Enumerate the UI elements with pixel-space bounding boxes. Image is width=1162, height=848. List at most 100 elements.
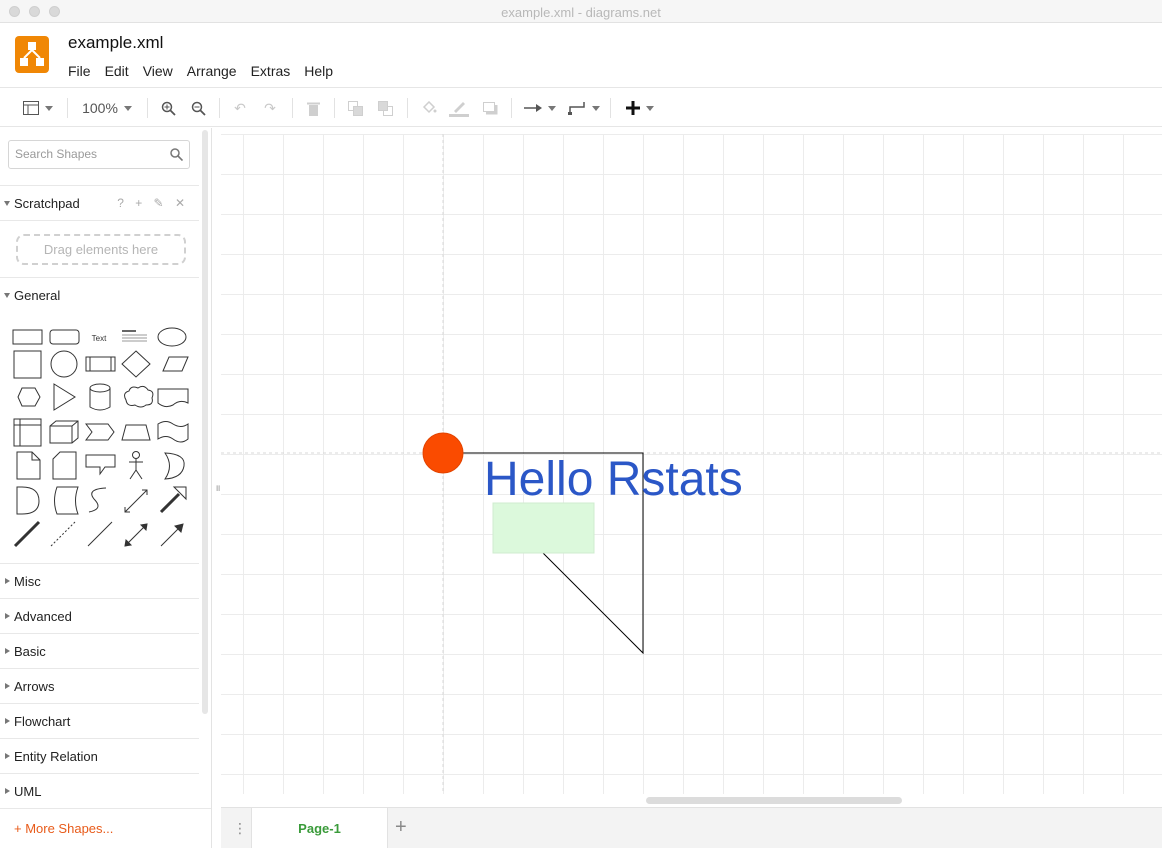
menu-help[interactable]: Help — [304, 63, 333, 79]
shape-cloud[interactable] — [124, 385, 154, 408]
shape-actor[interactable] — [129, 451, 143, 480]
shape-tape[interactable] — [157, 421, 189, 443]
hello-text-label[interactable]: Hello Rstats — [484, 452, 743, 507]
arrows-section[interactable]: Arrows — [0, 668, 199, 704]
view-panels-button[interactable] — [20, 96, 56, 120]
menu-extras[interactable]: Extras — [251, 63, 291, 79]
line-color-button[interactable] — [448, 96, 470, 120]
add-page-button[interactable]: + — [395, 816, 407, 839]
title-bar: example.xml - diagrams.net — [0, 0, 1162, 23]
general-shapes-palette[interactable]: Text — [8, 321, 196, 561]
redo-button[interactable]: ↷ — [260, 96, 280, 120]
layout-icon — [23, 101, 39, 115]
zoom-in-button[interactable] — [158, 96, 178, 120]
arrow-right-icon — [524, 104, 542, 112]
shape-note[interactable] — [16, 451, 41, 480]
shape-curve[interactable] — [88, 487, 107, 513]
zoom-level: 100% — [82, 100, 118, 116]
to-front-button[interactable] — [345, 96, 365, 120]
shape-text[interactable]: Text — [92, 334, 107, 343]
shape-process[interactable] — [85, 356, 116, 372]
shape-hexagon[interactable] — [17, 387, 41, 407]
section-title: Flowchart — [14, 714, 71, 729]
shape-bidirectional-connector[interactable] — [124, 523, 148, 547]
menu-view[interactable]: View — [143, 63, 173, 79]
orange-circle[interactable] — [422, 432, 464, 474]
shape-internal-storage[interactable] — [13, 418, 42, 447]
to-back-button[interactable] — [375, 96, 395, 120]
shape-cylinder[interactable] — [89, 383, 111, 411]
undo-button[interactable]: ↶ — [230, 96, 250, 120]
insert-button[interactable] — [622, 96, 658, 120]
connection-style-button[interactable] — [522, 96, 558, 120]
shapes-sidebar: Scratchpad ? + ✎ ✕ Drag elements here Ge… — [0, 128, 212, 848]
green-rectangle[interactable] — [492, 502, 595, 554]
flowchart-section[interactable]: Flowchart — [0, 703, 199, 739]
shape-rounded-rectangle[interactable] — [49, 329, 80, 345]
shape-dashed-line[interactable] — [50, 521, 76, 547]
shape-card[interactable] — [52, 451, 77, 480]
page-tab-bar: ⋮ Page-1 + — [221, 807, 1162, 848]
shape-arrow[interactable] — [159, 486, 187, 514]
scratchpad-header[interactable]: Scratchpad ? + ✎ ✕ — [0, 186, 199, 221]
shape-callout[interactable] — [85, 454, 116, 476]
general-section: General — [0, 277, 199, 313]
more-shapes-button[interactable]: + More Shapes... — [0, 808, 211, 848]
shape-ellipse[interactable] — [157, 327, 187, 347]
scratchpad-title: Scratchpad — [14, 196, 80, 211]
shape-parallelogram[interactable] — [162, 356, 189, 372]
scratchpad-tools[interactable]: ? + ✎ ✕ — [117, 196, 189, 210]
shape-textbox[interactable] — [122, 330, 147, 342]
shape-diamond[interactable] — [121, 350, 151, 378]
canvas-horizontal-scrollbar[interactable] — [646, 797, 902, 804]
menu-edit[interactable]: Edit — [105, 63, 129, 79]
collapse-chevron-icon — [5, 788, 10, 794]
shape-thin-line[interactable] — [87, 521, 113, 547]
shape-bidirectional-arrow[interactable] — [124, 489, 148, 513]
shape-triangle[interactable] — [53, 383, 76, 411]
shape-rectangle[interactable] — [12, 329, 43, 345]
basic-section[interactable]: Basic — [0, 633, 199, 669]
pages-menu-icon[interactable]: ⋮ — [233, 820, 247, 837]
waypoints-button[interactable] — [566, 96, 602, 120]
menu-arrange[interactable]: Arrange — [187, 63, 237, 79]
shape-line[interactable] — [13, 520, 41, 548]
fill-color-button[interactable] — [418, 96, 440, 120]
misc-section[interactable]: Misc — [0, 563, 199, 599]
shape-delay[interactable] — [16, 486, 40, 515]
general-header[interactable]: General — [0, 278, 199, 313]
shape-data-storage[interactable] — [54, 486, 79, 515]
sidebar-resize-handle[interactable]: ॥ — [215, 481, 220, 494]
zoom-out-icon — [191, 101, 206, 116]
delete-button[interactable] — [303, 96, 323, 120]
shape-square[interactable] — [13, 350, 42, 379]
scratchpad-dropzone[interactable]: Drag elements here — [16, 234, 186, 265]
diagram-canvas[interactable]: Hello Rstats — [221, 134, 1162, 794]
trash-icon — [306, 102, 320, 116]
shadow-button[interactable] — [480, 96, 500, 120]
shape-document[interactable] — [157, 388, 189, 408]
shape-directional-connector[interactable] — [160, 523, 184, 547]
advanced-section[interactable]: Advanced — [0, 598, 199, 634]
zoom-select[interactable]: 100% — [78, 96, 136, 120]
menu-file[interactable]: File — [68, 63, 91, 79]
zoom-out-button[interactable] — [188, 96, 208, 120]
shape-step[interactable] — [85, 423, 115, 441]
sidebar-scrollbar[interactable] — [202, 130, 208, 714]
shape-trapezoid[interactable] — [121, 424, 151, 441]
shape-cube[interactable] — [49, 420, 79, 444]
expand-chevron-icon — [4, 293, 10, 298]
entity-relation-section[interactable]: Entity Relation — [0, 738, 199, 774]
shape-or[interactable] — [164, 452, 185, 480]
search-icon[interactable] — [170, 148, 183, 161]
search-shapes-input[interactable] — [15, 141, 165, 167]
expand-chevron-icon — [4, 201, 10, 206]
section-title: Arrows — [14, 679, 55, 694]
section-title: UML — [14, 784, 42, 799]
uml-section[interactable]: UML — [0, 773, 199, 809]
tab-page-1[interactable]: Page-1 — [251, 808, 388, 848]
section-title: Basic — [14, 644, 46, 659]
collapse-chevron-icon — [5, 648, 10, 654]
shape-circle[interactable] — [50, 350, 78, 378]
file-name[interactable]: example.xml — [68, 33, 163, 53]
